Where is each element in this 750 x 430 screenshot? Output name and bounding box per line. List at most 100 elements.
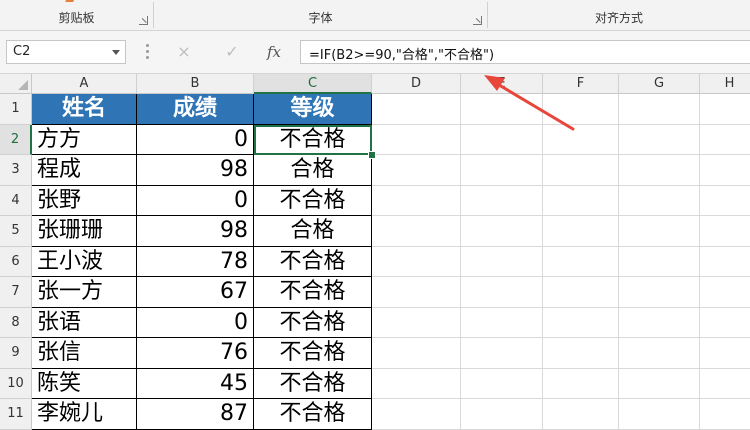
column-header-a[interactable]: A [32, 74, 137, 94]
grade-cell[interactable]: 合格 [254, 155, 372, 186]
active-cell-c2[interactable]: 不合格 [254, 124, 372, 155]
empty-cell[interactable] [700, 247, 750, 277]
row-header-9[interactable]: 9 [0, 338, 32, 369]
row-header-1[interactable]: 1 [0, 94, 32, 125]
insert-function-icon[interactable]: fx [262, 40, 286, 64]
empty-cell[interactable] [372, 307, 461, 338]
name-cell[interactable]: 程成 [32, 155, 137, 186]
empty-cell[interactable] [372, 185, 461, 216]
empty-cell[interactable] [543, 155, 619, 186]
chevron-down-icon[interactable] [112, 50, 120, 55]
empty-cell[interactable] [700, 369, 750, 399]
grade-cell[interactable]: 不合格 [254, 399, 372, 430]
name-cell[interactable]: 张珊珊 [32, 216, 137, 247]
name-box[interactable]: C2 [6, 40, 126, 64]
grade-cell[interactable]: 不合格 [254, 277, 372, 308]
enter-icon[interactable]: ✓ [220, 40, 244, 64]
empty-cell[interactable] [461, 399, 543, 430]
empty-cell[interactable] [543, 277, 619, 308]
row-header-2[interactable]: 2 [0, 124, 32, 155]
score-cell[interactable]: 45 [137, 368, 254, 399]
row-header-6[interactable]: 6 [0, 246, 32, 277]
score-cell[interactable]: 0 [137, 124, 254, 155]
name-cell[interactable]: 张语 [32, 307, 137, 338]
empty-cell[interactable] [619, 155, 700, 186]
score-cell[interactable]: 98 [137, 216, 254, 247]
grade-cell[interactable]: 不合格 [254, 368, 372, 399]
empty-cell[interactable] [700, 399, 750, 430]
table-header-name[interactable]: 姓名 [32, 94, 137, 125]
column-header-d[interactable]: D [372, 74, 461, 94]
empty-cell[interactable] [543, 399, 619, 430]
score-cell[interactable]: 98 [137, 155, 254, 186]
grade-cell[interactable]: 不合格 [254, 246, 372, 277]
name-cell[interactable]: 张野 [32, 185, 137, 216]
empty-cell[interactable] [619, 124, 700, 155]
column-header-c[interactable]: C [254, 74, 372, 94]
empty-cell[interactable] [461, 155, 543, 186]
column-header-b[interactable]: B [137, 74, 254, 94]
fill-handle[interactable] [368, 151, 376, 159]
empty-cell[interactable] [461, 277, 543, 308]
empty-cell[interactable] [372, 124, 461, 155]
grade-cell[interactable]: 合格 [254, 216, 372, 247]
empty-cell[interactable] [543, 124, 619, 155]
score-cell[interactable]: 87 [137, 399, 254, 430]
empty-cell[interactable] [461, 368, 543, 399]
formula-input[interactable]: =IF(B2>=90,"合格","不合格") [300, 40, 750, 64]
empty-cell[interactable] [372, 368, 461, 399]
empty-cell[interactable] [372, 94, 461, 125]
empty-cell[interactable] [619, 216, 700, 247]
empty-cell[interactable] [700, 186, 750, 216]
empty-cell[interactable] [543, 94, 619, 125]
score-cell[interactable]: 0 [137, 307, 254, 338]
font-dialog-launcher-icon[interactable] [473, 16, 482, 25]
empty-cell[interactable] [543, 368, 619, 399]
empty-cell[interactable] [372, 155, 461, 186]
grade-cell[interactable]: 不合格 [254, 185, 372, 216]
name-cell[interactable]: 方方 [32, 124, 137, 155]
empty-cell[interactable] [461, 94, 543, 125]
score-cell[interactable]: 78 [137, 246, 254, 277]
score-cell[interactable]: 76 [137, 338, 254, 369]
empty-cell[interactable] [700, 277, 750, 308]
clipboard-dialog-launcher-icon[interactable] [139, 16, 148, 25]
empty-cell[interactable] [543, 185, 619, 216]
empty-cell[interactable] [700, 338, 750, 369]
column-header-f[interactable]: F [543, 74, 619, 94]
table-header-grade[interactable]: 等级 [254, 94, 372, 125]
row-header-10[interactable]: 10 [0, 368, 32, 399]
cancel-icon[interactable]: × [172, 40, 196, 64]
empty-cell[interactable] [543, 338, 619, 369]
empty-cell[interactable] [461, 338, 543, 369]
name-cell[interactable]: 张一方 [32, 277, 137, 308]
worksheet-grid[interactable]: A B C D E F G H 1 2 3 4 5 6 7 8 9 10 11 姓名 成绩 等级 方方 0 不合格 程成 98 合格张… [0, 74, 750, 430]
empty-cell[interactable] [619, 185, 700, 216]
column-header-e[interactable]: E [461, 74, 543, 94]
row-header-3[interactable]: 3 [0, 155, 32, 186]
empty-cell[interactable] [700, 125, 750, 155]
empty-cell[interactable] [543, 307, 619, 338]
empty-cell[interactable] [372, 216, 461, 247]
empty-cell[interactable] [543, 216, 619, 247]
empty-cell[interactable] [372, 338, 461, 369]
empty-cell[interactable] [619, 338, 700, 369]
empty-cell[interactable] [619, 94, 700, 125]
name-cell[interactable]: 张信 [32, 338, 137, 369]
empty-cell[interactable] [700, 308, 750, 338]
empty-cell[interactable] [619, 307, 700, 338]
drag-handle-icon[interactable] [146, 44, 149, 60]
empty-cell[interactable] [461, 185, 543, 216]
empty-cell[interactable] [461, 246, 543, 277]
empty-cell[interactable] [543, 246, 619, 277]
select-all-button[interactable] [0, 74, 32, 94]
row-header-7[interactable]: 7 [0, 277, 32, 308]
empty-cell[interactable] [700, 155, 750, 186]
empty-cell[interactable] [461, 216, 543, 247]
row-header-4[interactable]: 4 [0, 185, 32, 216]
empty-cell[interactable] [619, 368, 700, 399]
score-cell[interactable]: 0 [137, 185, 254, 216]
grade-cell[interactable]: 不合格 [254, 338, 372, 369]
empty-cell[interactable] [461, 124, 543, 155]
row-header-11[interactable]: 11 [0, 399, 32, 430]
